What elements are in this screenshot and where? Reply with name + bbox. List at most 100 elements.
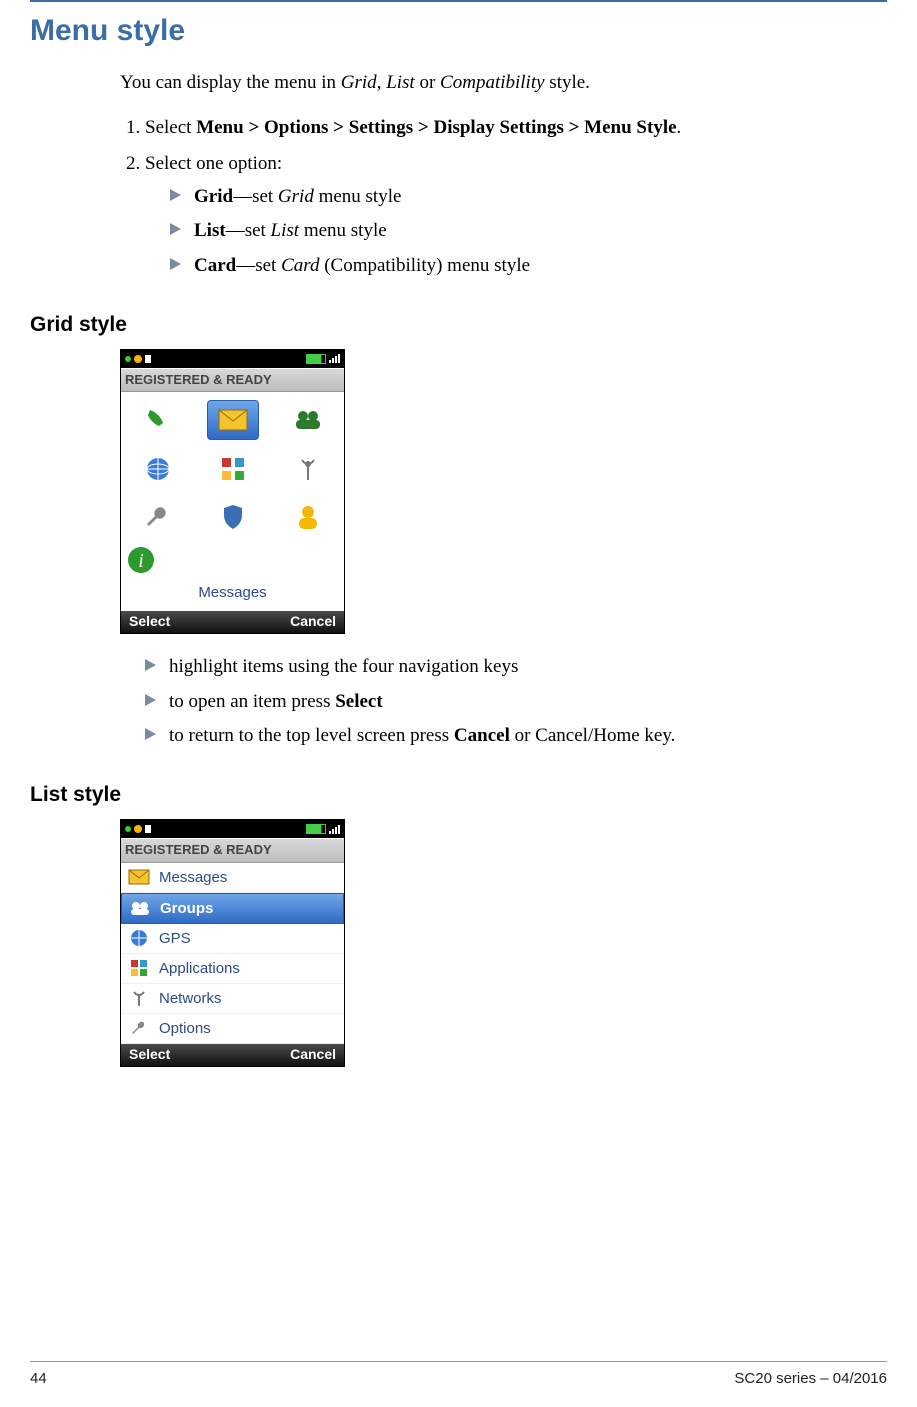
group-icon [128,898,152,918]
option-list-b: List [194,220,226,241]
svg-text:i: i [138,550,144,572]
option-card-mid: —set [236,255,281,276]
list-style-heading: List style [30,780,887,809]
list-style-screenshot: REGISTERED & READY Messages Groups GPS A… [120,819,345,1066]
grid-note-2-pre: to open an item press [169,691,335,712]
option-list-post: menu style [299,220,387,241]
group-icon [293,408,323,430]
softkey-left[interactable]: Select [129,1045,170,1065]
grid-cell-security[interactable] [208,498,258,536]
grid-note-2: to open an item press Select [145,689,867,716]
grid-note-3-pre: to return to the top level screen press [169,725,454,746]
grid-notes: highlight items using the four navigatio… [145,654,867,750]
globe-icon [145,456,171,482]
option-grid-mid: —set [233,186,278,207]
globe-icon [127,928,151,948]
wrench-icon [127,1018,151,1038]
status-dot-icon [125,826,131,832]
signal-icon [329,354,340,363]
step-2-text: Select one option: [145,153,282,174]
signal-icon [329,825,340,834]
antenna-icon [295,456,321,482]
softkey-right[interactable]: Cancel [290,1045,336,1065]
list-label: Networks [159,988,222,1009]
intro-sep1: , [377,72,387,93]
grid-caption: Messages [127,582,338,603]
grid-note-1: highlight items using the four navigatio… [145,654,867,681]
page-footer: 44 SC20 series – 04/2016 [30,1361,887,1389]
grid-note-3-post: or Cancel/Home key. [510,725,676,746]
softkey-right[interactable]: Cancel [290,612,336,632]
antenna-icon [127,988,151,1008]
step-1: Select Menu > Options > Settings > Displ… [145,115,867,142]
steps-list: Select Menu > Options > Settings > Displ… [120,115,867,280]
grid-style-heading: Grid style [30,310,887,339]
option-card-b: Card [194,255,236,276]
step-1-pre: Select [145,117,196,138]
intro-paragraph: You can display the menu in Grid, List o… [120,70,867,97]
step-1-post: . [677,117,682,138]
grid-cell-contacts[interactable] [283,498,333,536]
list-row-messages[interactable]: Messages [121,863,344,893]
intro-list: List [386,72,415,93]
grid-cell-info[interactable]: i [127,546,155,574]
grid-note-3: to return to the top level screen press … [145,723,867,750]
info-icon: i [127,546,155,574]
intro-text: You can display the menu in [120,72,341,93]
shield-icon [222,504,244,530]
grid-cell-gps[interactable] [133,450,183,488]
battery-icon [306,354,326,364]
list-label: Applications [159,958,240,979]
phone-banner: REGISTERED & READY [121,368,344,392]
envelope-icon [127,867,151,887]
list-row-groups[interactable]: Groups [121,893,344,924]
person-icon [145,825,151,833]
intro-compat: Compatibility [440,72,545,93]
intro-post: style. [545,72,590,93]
option-grid: Grid—set Grid menu style [170,184,867,211]
option-card: Card—set Card (Compatibility) menu style [170,253,867,280]
list-row-networks[interactable]: Networks [121,984,344,1014]
person-icon [145,355,151,363]
phone-handset-icon [146,407,170,431]
grid-cell-call[interactable] [133,400,183,438]
option-grid-i: Grid [278,186,314,207]
phone-status-bar [121,820,344,838]
step-2: Select one option: Grid—set Grid menu st… [145,151,867,279]
list-row-applications[interactable]: Applications [121,954,344,984]
intro-grid: Grid [341,72,377,93]
phone-list-body: Messages Groups GPS Applications Network… [121,863,344,1044]
sun-icon [134,355,142,363]
list-row-gps[interactable]: GPS [121,924,344,954]
contact-icon [297,504,319,530]
sun-icon [134,825,142,833]
phone-status-bar [121,350,344,368]
page-title: Menu style [30,10,887,52]
list-label: Messages [159,867,227,888]
doc-id: SC20 series – 04/2016 [734,1368,887,1389]
grid-note-3-b: Cancel [454,725,510,746]
option-grid-post: menu style [314,186,402,207]
option-list-i: List [271,220,300,241]
option-card-i: Card [281,255,319,276]
grid-cell-apps[interactable] [208,450,258,488]
phone-grid-body: i Messages [121,392,344,611]
option-card-par: (Compatibility) menu style [319,255,530,276]
grid-cell-networks[interactable] [283,450,333,488]
wrench-icon [145,504,171,530]
page-number: 44 [30,1368,47,1389]
option-grid-b: Grid [194,186,233,207]
status-dot-icon [125,356,131,362]
list-label: GPS [159,928,191,949]
grid-cell-options[interactable] [133,498,183,536]
intro-sep2: or [415,72,440,93]
apps-icon [127,958,151,978]
grid-cell-groups[interactable] [283,400,333,438]
step-1-nav: Menu > Options > Settings > Display Sett… [196,117,676,138]
list-label: Options [159,1018,211,1039]
battery-icon [306,824,326,834]
grid-cell-messages[interactable] [207,400,259,440]
envelope-icon [218,409,248,431]
softkey-left[interactable]: Select [129,612,170,632]
list-row-options[interactable]: Options [121,1014,344,1044]
